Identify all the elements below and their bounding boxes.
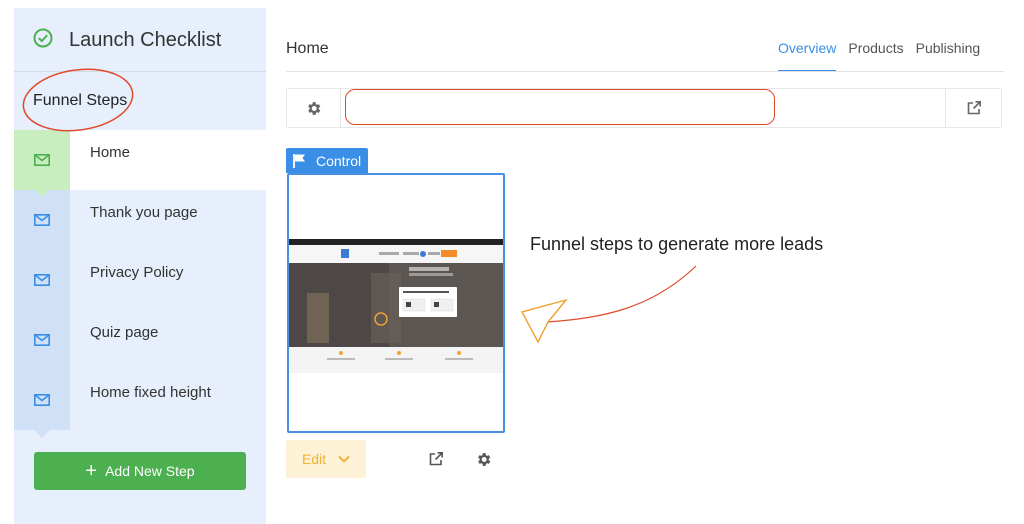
envelope-icon bbox=[34, 394, 50, 406]
control-badge: Control bbox=[286, 148, 368, 173]
url-settings-button[interactable] bbox=[287, 89, 341, 127]
sidebar-divider bbox=[14, 71, 266, 72]
thumb-quiz-card bbox=[399, 287, 457, 317]
launch-checklist-title[interactable]: Launch Checklist bbox=[69, 29, 221, 52]
step-label: Thank you page bbox=[90, 204, 198, 221]
envelope-icon bbox=[34, 274, 50, 286]
external-link-icon bbox=[429, 452, 443, 466]
envelope-icon bbox=[34, 334, 50, 346]
sidebar-step-privacy[interactable]: Privacy Policy bbox=[14, 250, 266, 318]
edit-label: Edit bbox=[301, 451, 327, 467]
envelope-icon bbox=[34, 154, 50, 166]
funnel-url-input[interactable] bbox=[345, 89, 775, 125]
page-settings-button[interactable] bbox=[468, 446, 498, 472]
chevron-down-icon bbox=[338, 455, 350, 463]
open-external-button[interactable] bbox=[945, 89, 1001, 127]
external-link-icon bbox=[967, 101, 981, 115]
add-new-step-button[interactable]: + Add New Step bbox=[34, 452, 246, 490]
check-circle-icon bbox=[33, 28, 53, 48]
sidebar-step-home-fixed[interactable]: Home fixed height bbox=[14, 370, 266, 438]
flag-icon bbox=[293, 153, 305, 168]
funnel-steps-heading: Funnel Steps bbox=[33, 92, 128, 109]
sidebar-step-home[interactable]: Home bbox=[14, 130, 266, 197]
thumb-footer-graphics bbox=[327, 351, 473, 360]
envelope-icon bbox=[34, 214, 50, 226]
thumb-hero-graphics bbox=[289, 263, 503, 347]
thumb-card-graphics bbox=[402, 291, 454, 312]
control-label: Control bbox=[316, 152, 362, 169]
header-divider bbox=[286, 71, 1004, 72]
thumb-hero bbox=[289, 263, 503, 347]
step-arrow bbox=[34, 430, 50, 438]
page-title: Home bbox=[286, 40, 329, 57]
main-tabs: Overview Products Publishing bbox=[778, 40, 980, 72]
step-arrow bbox=[34, 250, 50, 258]
preview-open-button[interactable] bbox=[421, 446, 451, 472]
step-label: Privacy Policy bbox=[90, 264, 184, 281]
step-label: Home bbox=[90, 144, 131, 161]
annotation-text: Funnel steps to generate more leads bbox=[530, 234, 824, 254]
url-bar bbox=[286, 88, 1002, 128]
thumb-navbar-graphics bbox=[341, 249, 457, 258]
step-label: Quiz page bbox=[90, 324, 159, 341]
add-step-label: Add New Step bbox=[105, 463, 195, 479]
gear-icon bbox=[477, 452, 490, 466]
edit-dropdown-button[interactable]: Edit bbox=[286, 440, 366, 478]
thumb-footer bbox=[289, 347, 503, 373]
sidebar: Launch Checklist Funnel Steps Home Thank… bbox=[14, 8, 266, 524]
sidebar-step-thank-you[interactable]: Thank you page bbox=[14, 190, 266, 258]
page-preview-thumbnail[interactable] bbox=[287, 173, 505, 433]
thumb-navbar bbox=[289, 245, 503, 263]
step-arrow bbox=[34, 370, 50, 378]
tab-overview[interactable]: Overview bbox=[778, 40, 837, 72]
sidebar-step-quiz[interactable]: Quiz page bbox=[14, 310, 266, 378]
step-arrow bbox=[34, 310, 50, 318]
step-label: Home fixed height bbox=[90, 384, 211, 401]
plus-icon: + bbox=[85, 460, 98, 482]
annotation-arrow-line bbox=[547, 265, 697, 323]
tab-publishing[interactable]: Publishing bbox=[916, 40, 981, 72]
annotation-arrow-head bbox=[520, 298, 568, 344]
step-arrow bbox=[34, 189, 50, 197]
tab-products[interactable]: Products bbox=[848, 40, 903, 72]
gear-icon bbox=[308, 101, 321, 115]
